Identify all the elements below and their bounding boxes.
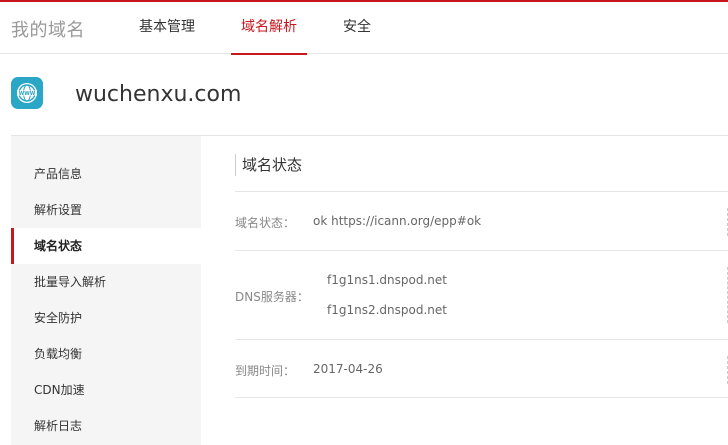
section-title: 域名状态	[235, 154, 302, 176]
tab-security[interactable]: 安全	[334, 2, 380, 54]
domain-name: wuchenxu.com	[75, 82, 242, 107]
expiry-row: 到期时间： 2017-04-26	[235, 340, 728, 398]
www-globe-icon: WWW	[11, 77, 43, 109]
sidebar-item-resolution-log[interactable]: 解析日志	[11, 408, 201, 444]
domain-header: WWW wuchenxu.com	[0, 55, 728, 135]
sidebar-item-security-protection[interactable]: 安全防护	[11, 300, 201, 336]
expiry-label: 到期时间：	[235, 364, 296, 378]
sidebar-item-load-balancing[interactable]: 负载均衡	[11, 336, 201, 372]
sidebar-item-product-info[interactable]: 产品信息	[11, 156, 201, 192]
status-row: 域名状态： ok https://icann.org/epp#ok	[235, 191, 728, 251]
dns-row: DNS服务器： f1g1ns1.dnspod.net f1g1ns2.dnspo…	[235, 251, 728, 340]
brand-title: 我的域名	[11, 20, 85, 41]
status-label: 域名状态：	[235, 216, 296, 230]
dns-server-2: f1g1ns2.dnspod.net	[327, 303, 447, 317]
sidebar-item-resolution-settings[interactable]: 解析设置	[11, 192, 201, 228]
sidebar-item-domain-status[interactable]: 域名状态	[11, 228, 201, 264]
expiry-value: 2017-04-26	[313, 362, 383, 376]
status-value: ok https://icann.org/epp#ok	[313, 214, 482, 228]
dns-label: DNS服务器：	[235, 290, 309, 304]
sidebar-item-cdn[interactable]: CDN加速	[11, 372, 201, 408]
dns-server-1: f1g1ns1.dnspod.net	[327, 273, 447, 287]
sidebar: 产品信息 解析设置 域名状态 批量导入解析 安全防护 负载均衡 CDN加速 解析…	[11, 136, 201, 445]
sidebar-item-batch-import[interactable]: 批量导入解析	[11, 264, 201, 300]
content-panel: 产品信息 解析设置 域名状态 批量导入解析 安全防护 负载均衡 CDN加速 解析…	[11, 135, 728, 445]
tab-basic-management[interactable]: 基本管理	[125, 2, 209, 54]
top-nav: 我的域名 基本管理 域名解析 安全	[0, 2, 728, 55]
main-content: 域名状态 域名状态： ok https://icann.org/epp#ok D…	[201, 136, 728, 445]
tab-dns-resolution[interactable]: 域名解析	[231, 2, 307, 55]
www-icon-text: WWW	[19, 91, 36, 97]
